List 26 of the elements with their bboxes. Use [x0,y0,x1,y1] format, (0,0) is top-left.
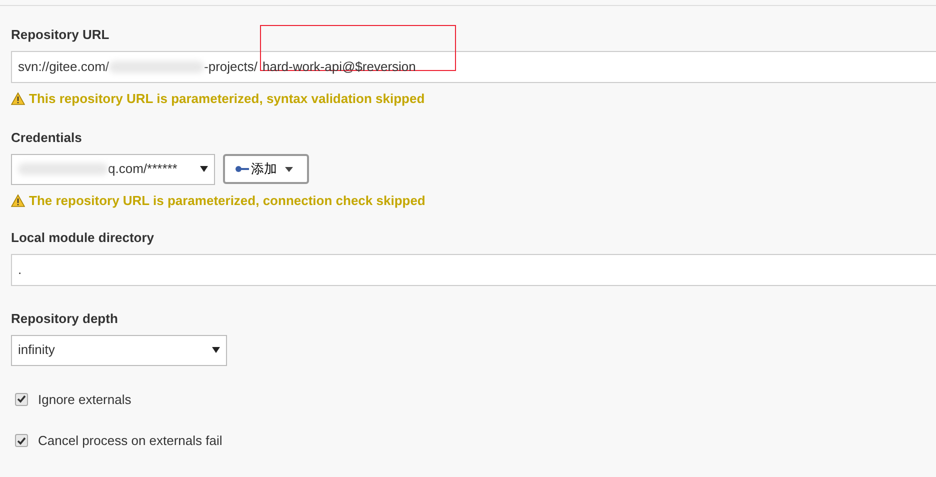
checkbox-label: Cancel process on externals fail [38,433,222,449]
warning-message: The repository URL is parameterized, connection check skipped [29,192,426,208]
field-value: svn://gitee.com/ [18,58,110,74]
key-icon [235,165,249,174]
add-button[interactable]: 添加 [223,154,309,184]
select-value: q.com/****** [108,161,178,178]
warning-icon [11,92,25,105]
checkbox[interactable] [15,392,28,406]
field-label: Local module directory [11,230,154,246]
warning-message: This repository URL is parameterized, syntax validation skipped [29,90,425,106]
warning-icon [11,194,25,208]
field-label: Repository URL [11,27,110,43]
checkbox-label: Ignore externals [38,392,132,408]
dropdown-arrow-icon [200,166,208,172]
select-value: infinity [18,342,55,358]
field-label: Repository depth [11,310,118,327]
field-label: Credentials [11,130,82,146]
dropdown-arrow-icon [212,347,220,354]
repository-url-field[interactable]: svn://gitee.com/ -projects/ hard-work-api@$reversion [11,50,936,83]
field-value: -projects/ [204,58,258,74]
local-module-directory-field[interactable]: . [11,254,936,286]
caret-icon [285,166,293,172]
field-value: hard-work-api@$reversion [262,58,416,74]
checkbox[interactable] [15,434,28,448]
credentials-select[interactable]: q.com/****** [11,154,215,185]
repository-depth-select[interactable]: infinity [11,334,227,366]
